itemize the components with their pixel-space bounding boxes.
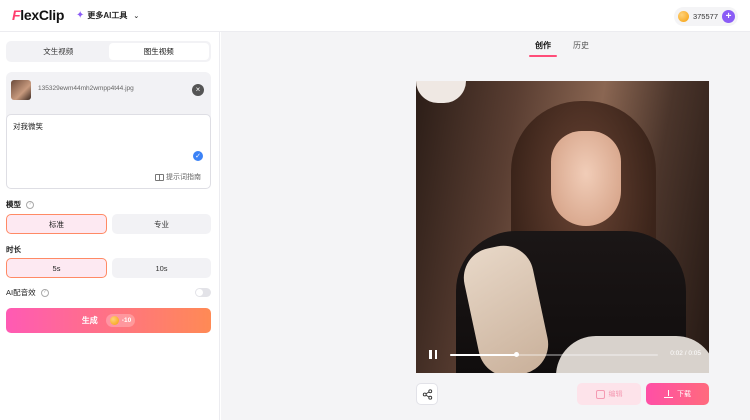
checkmark-icon[interactable]: ✓ [193,151,203,161]
model-options: 标准 专业 [6,214,211,234]
coin-icon [109,316,119,325]
flexclip-logo[interactable]: FlexClip [12,7,64,23]
coin-icon [677,11,689,22]
generate-button[interactable]: 生成 -10 [6,308,211,333]
tab-create[interactable]: 创作 [529,40,557,57]
book-icon [155,173,164,181]
ai-sound-toggle[interactable] [195,288,211,297]
duration-section-label: 时长 [6,244,21,255]
video-preview[interactable] [416,81,709,373]
more-ai-tools-menu[interactable]: ✦ 更多AI工具 ⌄ [76,10,139,21]
share-icon [422,388,432,400]
prompt-input[interactable]: 对我微笑 [13,121,43,132]
progress-bar[interactable] [450,352,658,357]
prompt-guide-link[interactable]: 提示词指南 [155,172,201,182]
model-label: 模型 [6,200,21,209]
duration-5s-button[interactable]: 5s [6,258,107,278]
help-icon[interactable]: ? [26,200,34,209]
credit-cost-badge: -10 [105,314,136,327]
prompt-box[interactable]: 对我微笑 ✓ 提示词指南 [6,114,211,189]
add-credits-icon[interactable]: + [722,10,735,23]
model-section-label: 模型 ? [6,199,34,210]
duration-label: 时长 [6,245,21,254]
sparkle-icon: ✦ [76,10,85,21]
top-bar: FlexClip ✦ 更多AI工具 ⌄ 375577 + [0,0,750,32]
playback-time: 0:02 / 0:05 [670,350,701,357]
duration-options: 5s 10s [6,258,211,278]
remove-image-icon[interactable]: × [192,84,204,96]
download-icon [664,389,673,399]
credits-balance[interactable]: 375577 + [673,7,738,26]
image-thumbnail [11,80,31,100]
chevron-down-icon: ⌄ [133,12,140,20]
more-ai-tools-label: 更多AI工具 [87,11,128,20]
ai-sound-label: AI配音效 [6,288,36,297]
tab-history[interactable]: 历史 [573,40,589,51]
progress-fill [450,354,517,356]
edit-label: 编辑 [608,391,623,398]
download-button[interactable]: 下载 [646,383,709,405]
share-button[interactable] [416,383,438,405]
edit-icon [595,389,605,399]
duration-10s-button[interactable]: 10s [112,258,211,278]
generate-label: 生成 [81,316,98,325]
ai-sound-row: AI配音效 ? [6,287,49,298]
credit-cost-value: -10 [121,317,132,324]
model-standard-button[interactable]: 标准 [6,214,107,234]
tab-image-to-video[interactable]: 图生视频 [108,43,209,60]
edit-button[interactable]: 编辑 [577,383,641,405]
download-label: 下载 [677,391,691,398]
pause-icon[interactable] [429,350,437,359]
progress-handle[interactable] [514,352,520,357]
file-name: 135329ewm44mh2wmpp4t44.jpg [38,85,134,92]
tab-text-to-video[interactable]: 文生视频 [8,43,109,60]
video-controls: 0:02 / 0:05 [416,345,709,365]
model-pro-button[interactable]: 专业 [112,214,211,234]
mode-tabs: 文生视频 图生视频 [6,41,211,62]
credits-value: 375577 [692,12,718,21]
prompt-guide-label: 提示词指南 [166,174,201,181]
logo-text: lexClip [20,7,65,23]
video-frame-detail [551,131,621,226]
help-icon[interactable]: ? [40,288,49,297]
